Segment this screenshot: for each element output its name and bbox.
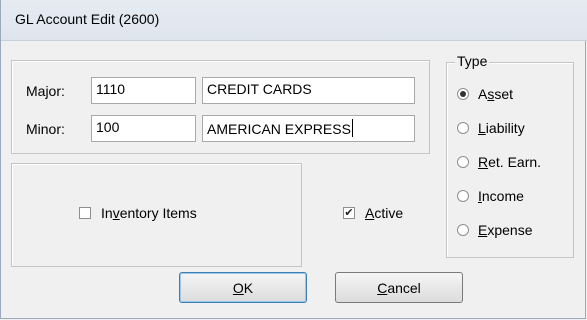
active-box[interactable]: ✔	[343, 207, 355, 219]
active-checkbox[interactable]: ✔ Active	[343, 205, 403, 221]
radio-circle[interactable]	[457, 88, 469, 100]
text-caret	[351, 119, 353, 137]
cancel-button[interactable]: Cancel	[335, 272, 463, 303]
ok-button[interactable]: OK	[179, 272, 307, 303]
type-option-label: Liability	[478, 120, 525, 136]
minor-name-input[interactable]: AMERICAN EXPRESS	[202, 115, 415, 142]
active-label: Active	[365, 205, 404, 221]
type-option-radio[interactable]: Income	[457, 188, 524, 204]
inventory-items-label: Inventory Items	[101, 205, 197, 221]
type-option-radio[interactable]: Liability	[457, 120, 525, 136]
inventory-items-checkbox[interactable]: Inventory Items	[79, 205, 197, 221]
radio-circle[interactable]	[457, 224, 469, 236]
type-option-radio[interactable]: Asset	[457, 86, 513, 102]
type-option-label: Income	[478, 188, 524, 204]
account-group: Major: 1110 CREDIT CARDS Minor: 100 AMER…	[11, 60, 430, 154]
type-group-title: Type	[455, 53, 490, 69]
type-option-label: Ret. Earn.	[478, 154, 542, 170]
type-option-radio[interactable]: Ret. Earn.	[457, 154, 541, 170]
radio-circle[interactable]	[457, 122, 469, 134]
window-title: GL Account Edit (2600)	[15, 11, 160, 27]
check-icon: ✔	[344, 207, 354, 219]
major-code-input[interactable]: 1110	[91, 77, 196, 104]
type-option-radio[interactable]: Expense	[457, 222, 533, 238]
title-bar[interactable]: GL Account Edit (2600)	[1, 0, 587, 41]
type-option-label: Expense	[478, 222, 533, 238]
radio-selected-dot	[460, 91, 466, 97]
radio-circle[interactable]	[457, 156, 469, 168]
inventory-group: Inventory Items	[11, 163, 302, 267]
dialog-window: GL Account Edit (2600) Major: 1110 CREDI…	[0, 0, 587, 319]
major-label: Major:	[26, 83, 65, 99]
minor-label: Minor:	[26, 121, 65, 137]
type-option-label: Asset	[478, 86, 514, 102]
inventory-items-box[interactable]	[79, 207, 91, 219]
radio-circle[interactable]	[457, 190, 469, 202]
minor-code-input[interactable]: 100	[91, 115, 196, 142]
minor-name-text: AMERICAN EXPRESS	[207, 121, 351, 137]
major-name-input[interactable]: CREDIT CARDS	[202, 77, 415, 104]
